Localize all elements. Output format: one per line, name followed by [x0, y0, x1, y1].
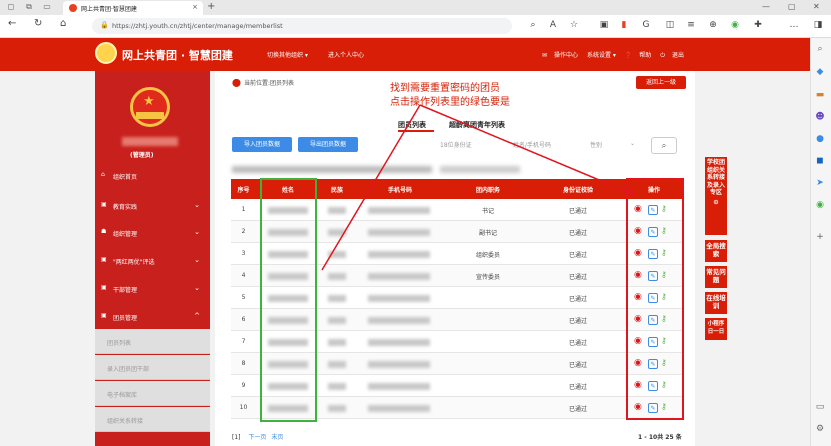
total-count: 1 - 10共 25 条	[638, 434, 682, 441]
arrow-to-name-column	[321, 104, 421, 271]
pager-next-link[interactable]: 下一页	[248, 434, 266, 441]
pager-last-link[interactable]: 末页	[271, 434, 283, 441]
pager-current: [1]	[232, 434, 241, 441]
chevron-down-circle-icon: ⊙	[713, 197, 719, 206]
quicklink-global-search[interactable]: 全局搜索	[705, 240, 727, 262]
quicklink-miniprogram[interactable]: 小程序日一日	[705, 318, 727, 340]
quicklink-training[interactable]: 在线培训	[705, 292, 727, 314]
pagination: [1] 下一页 末页	[232, 432, 283, 441]
quicklink-school-transfer[interactable]: 学校团组织关系转接及录入专区 ⊙	[705, 157, 727, 235]
arrow-to-action-column	[419, 104, 636, 196]
quicklink-label: 学校团组织关系转接及录入专区	[706, 159, 725, 196]
quicklink-faq[interactable]: 常见问题	[705, 266, 727, 288]
